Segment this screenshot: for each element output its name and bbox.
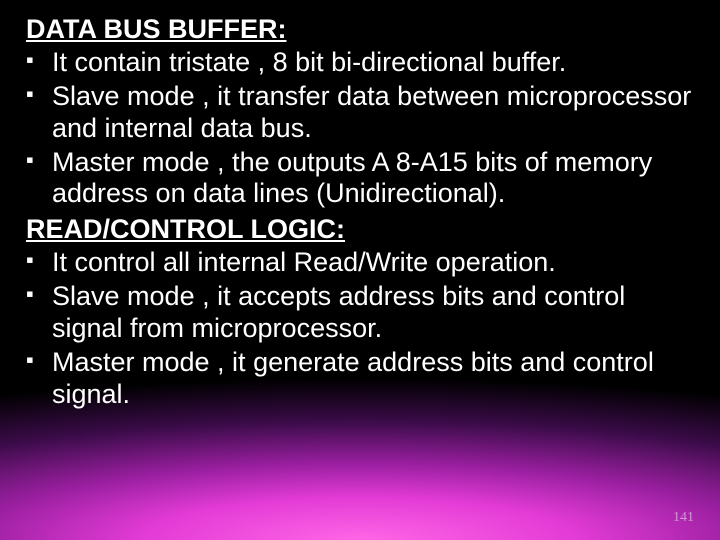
slide-content: DATA BUS BUFFER: It contain tristate , 8… — [26, 10, 700, 520]
page-number: 141 — [673, 510, 694, 526]
heading-read-control-logic: READ/CONTROL LOGIC: — [26, 214, 700, 245]
list-item: It control all internal Read/Write opera… — [26, 247, 700, 279]
list-item: Slave mode , it transfer data between mi… — [26, 81, 700, 145]
list-item: It contain tristate , 8 bit bi-direction… — [26, 47, 700, 79]
list-item: Master mode , the outputs A 8-A15 bits o… — [26, 147, 700, 211]
list-item: Master mode , it generate address bits a… — [26, 347, 700, 411]
bullet-list-2: It control all internal Read/Write opera… — [26, 247, 700, 410]
list-item: Slave mode , it accepts address bits and… — [26, 281, 700, 345]
bullet-list-1: It contain tristate , 8 bit bi-direction… — [26, 47, 700, 210]
heading-data-bus-buffer: DATA BUS BUFFER: — [26, 14, 700, 45]
